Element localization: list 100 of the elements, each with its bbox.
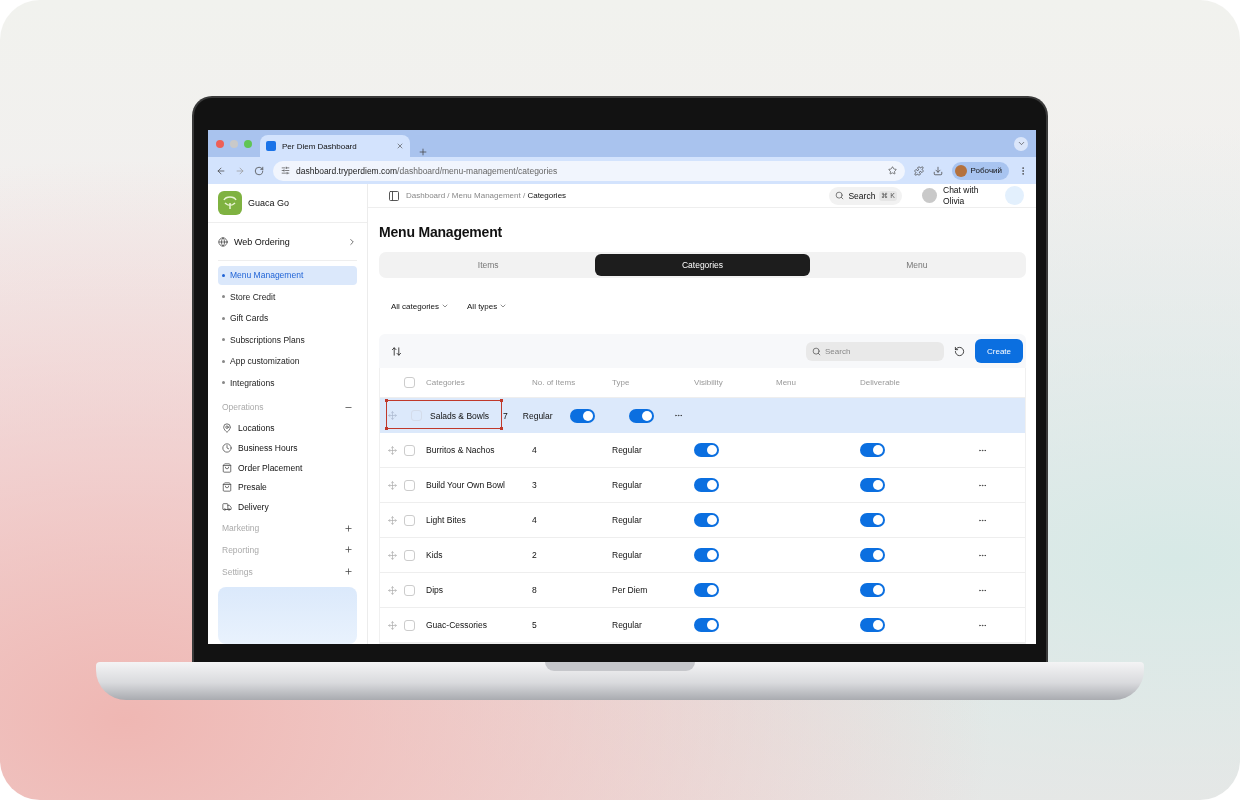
toggle-switch[interactable] (860, 583, 885, 597)
row-checkbox[interactable] (404, 514, 415, 526)
extensions-icon[interactable] (913, 165, 924, 176)
dragged-row[interactable]: Salads & Bowls 7 Regular (380, 398, 1025, 433)
item-count: 3 (532, 480, 538, 490)
chat-link[interactable]: Chat with Olivia (943, 185, 999, 206)
item-count: 5 (532, 620, 538, 630)
expand-icon[interactable] (344, 545, 353, 555)
category-name: Light Bites (426, 515, 467, 525)
toggle-switch[interactable] (694, 618, 719, 632)
toggle-switch[interactable] (860, 513, 885, 527)
category-type: Regular (612, 445, 643, 455)
toggle-switch[interactable] (860, 548, 885, 562)
filter-dropdown[interactable]: All categories (391, 301, 450, 311)
category-name: Kids (426, 550, 444, 560)
toggle-switch[interactable] (628, 408, 654, 423)
refresh-icon[interactable] (954, 345, 965, 357)
toggle-switch[interactable] (860, 478, 885, 492)
browser-tab[interactable]: Per Diem Dashboard (260, 135, 410, 157)
toggle-switch[interactable] (569, 408, 595, 423)
column-header: Categories (426, 378, 466, 387)
toggle-switch[interactable] (694, 548, 719, 562)
category-type: Regular (522, 410, 553, 421)
more-icon[interactable] (673, 411, 683, 420)
drag-handle-icon[interactable] (387, 411, 397, 420)
sidebar-item[interactable]: Gift Cards (218, 309, 357, 328)
new-tab-icon[interactable] (418, 147, 428, 157)
category-type: Regular (612, 620, 643, 630)
toggle-switch[interactable] (694, 443, 719, 457)
site-settings-icon[interactable] (281, 166, 290, 175)
column-header: Visibility (694, 378, 724, 387)
column-header: No. of Items (532, 378, 577, 387)
column-header: Deliverable (860, 378, 902, 387)
sidebar-item[interactable]: Presale (218, 477, 357, 498)
star-icon[interactable] (887, 166, 897, 175)
chevron-right-icon (347, 236, 357, 247)
category-name: Burritos & Nachos (426, 445, 496, 455)
sidebar-item[interactable]: Order Placement (218, 457, 357, 478)
profile-avatar (954, 164, 967, 177)
category-type: Regular (612, 515, 643, 525)
row-checkbox[interactable] (404, 584, 415, 596)
row-checkbox[interactable] (404, 479, 415, 491)
drag-handle-icon[interactable] (387, 445, 397, 455)
row-checkbox[interactable] (404, 444, 415, 456)
tab[interactable]: Items (381, 254, 596, 276)
select-all-checkbox[interactable] (404, 377, 415, 388)
breadcrumb: Dashboard / Menu Management / Categories (406, 191, 567, 200)
create-button[interactable]: Create (975, 339, 1023, 363)
section-title: Settings (222, 566, 253, 577)
expand-icon[interactable] (344, 523, 353, 533)
section-title: Operations (222, 402, 264, 413)
truck-icon (222, 502, 232, 513)
section-title: Reporting (222, 545, 259, 555)
download-icon[interactable] (932, 165, 943, 176)
brand-logo (218, 191, 242, 216)
sidebar-item[interactable]: Integrations (218, 373, 357, 393)
section-title: Marketing (222, 523, 260, 534)
tab[interactable]: Categories (595, 254, 810, 276)
toggle-switch[interactable] (860, 443, 885, 457)
row-checkbox[interactable] (404, 549, 415, 561)
toggle-switch[interactable] (860, 618, 885, 632)
close-icon[interactable] (396, 142, 404, 150)
page-title: Menu Management (379, 224, 503, 240)
bag-icon (222, 462, 232, 473)
address-field[interactable]: dashboard.tryperdiem.com/dashboard/menu-management/categories (273, 160, 905, 181)
sidebar-item[interactable]: App customization (218, 352, 357, 371)
drag-handle-icon[interactable] (387, 515, 397, 525)
column-header: Type (612, 378, 631, 387)
sidebar-item[interactable]: Locations (218, 418, 357, 438)
sidebar-item[interactable]: Business Hours (218, 437, 357, 458)
drag-handle-icon[interactable] (387, 585, 397, 595)
drag-handle-icon[interactable] (387, 620, 397, 630)
tab-list-button[interactable] (1014, 136, 1028, 151)
drag-handle-icon[interactable] (387, 480, 397, 490)
category-name: Salads & Bowls (430, 410, 490, 421)
profile-button[interactable]: Робочий (951, 161, 1009, 180)
item-count: 8 (532, 585, 538, 595)
web-ordering-item[interactable]: Web Ordering (218, 223, 357, 262)
location-pin-icon (222, 423, 232, 434)
row-checkbox[interactable] (404, 619, 415, 631)
toggle-switch[interactable] (694, 513, 719, 527)
expand-icon[interactable] (344, 567, 353, 577)
reload-icon[interactable] (254, 165, 264, 176)
sidebar-item[interactable]: Subscriptions Plans (218, 330, 357, 350)
back-icon[interactable] (216, 165, 226, 176)
category-name: Dips (426, 585, 444, 595)
sidebar-item[interactable]: Store Credit (218, 287, 357, 307)
drag-handle-icon[interactable] (387, 550, 397, 560)
tab[interactable]: Menu (809, 254, 1024, 276)
bag-icon (222, 482, 232, 493)
sidebar-item[interactable]: Menu Management (218, 266, 357, 285)
chevron-down-icon (499, 302, 508, 310)
sidebar-toggle-icon[interactable] (388, 189, 400, 202)
globe-icon (218, 236, 228, 247)
toggle-switch[interactable] (694, 478, 719, 492)
sidebar-item[interactable]: Delivery (218, 497, 357, 518)
toggle-switch[interactable] (694, 583, 719, 597)
filter-dropdown[interactable]: All types (467, 301, 508, 311)
search-icon (835, 191, 845, 200)
sort-icon[interactable] (391, 345, 402, 357)
